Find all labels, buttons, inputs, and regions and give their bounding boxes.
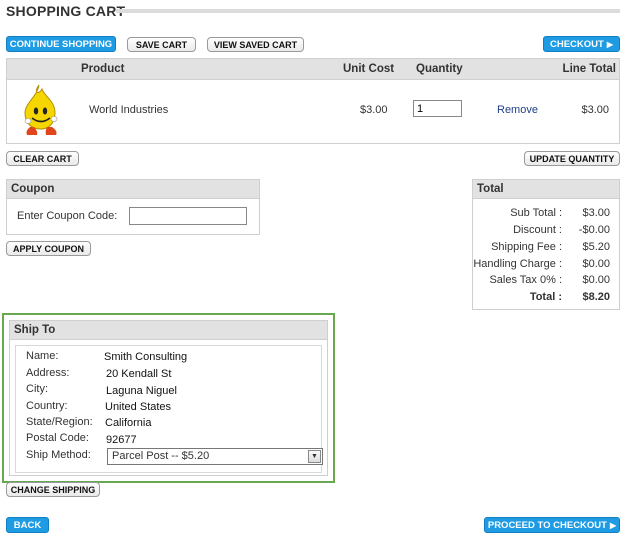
ship-state-label: State/Region: [26, 416, 93, 428]
back-label: BACK [13, 519, 42, 531]
page-title: SHOPPING CART [6, 3, 126, 19]
ship-city-value: Laguna Niguel [106, 385, 177, 397]
discount-value: -$0.00 [578, 224, 610, 236]
ship-country-label: Country: [26, 400, 68, 412]
coupon-code-label: Enter Coupon Code: [17, 210, 118, 222]
cart-table: Product Unit Cost Quantity Line Total Wo… [6, 58, 620, 144]
clear-cart-label: CLEAR CART [13, 153, 72, 164]
shipping-fee-label: Shipping Fee : [491, 241, 562, 253]
change-shipping-label: CHANGE SHIPPING [10, 484, 96, 495]
coupon-panel: Coupon Enter Coupon Code: [6, 179, 260, 235]
clear-cart-button[interactable]: CLEAR CART [6, 151, 79, 166]
unit-cost-value: $3.00 [360, 104, 388, 116]
sales-tax-label: Sales Tax 0% : [489, 274, 562, 286]
quantity-input[interactable] [413, 100, 462, 117]
cart-table-header: Product Unit Cost Quantity Line Total [7, 59, 619, 80]
ship-country-value: United States [105, 401, 172, 413]
apply-coupon-label: APPLY COUPON [12, 243, 85, 254]
ship-city-label: City: [26, 383, 48, 395]
ship-method-value: Parcel Post -- $5.20 [112, 450, 210, 462]
title-divider [116, 9, 620, 13]
grand-total-row: Total : $8.20 [473, 291, 620, 308]
subtotal-value: $3.00 [582, 207, 610, 219]
shipping-fee-row: Shipping Fee : $5.20 [473, 241, 620, 258]
discount-label: Discount : [513, 224, 562, 236]
column-header-line-total: Line Total [562, 63, 616, 75]
product-name: World Industries [89, 104, 169, 116]
change-shipping-button[interactable]: CHANGE SHIPPING [6, 482, 100, 497]
proceed-label: PROCEED TO CHECKOUT [487, 519, 607, 531]
save-cart-button[interactable]: SAVE CART [127, 37, 196, 52]
column-header-product: Product [81, 63, 125, 75]
coupon-panel-title: Coupon [7, 180, 259, 199]
apply-coupon-button[interactable]: APPLY COUPON [6, 241, 91, 256]
column-header-unit-cost: Unit Cost [343, 63, 395, 75]
update-quantity-button[interactable]: UPDATE QUANTITY [524, 151, 620, 166]
continue-shopping-button[interactable]: CONTINUE SHOPPING [6, 36, 116, 52]
coupon-code-input[interactable] [129, 207, 247, 225]
ship-method-label: Ship Method: [26, 449, 91, 461]
sales-tax-row: Sales Tax 0% : $0.00 [473, 274, 620, 291]
chevron-down-icon[interactable]: ▼ [308, 450, 321, 463]
ship-to-title: Ship To [10, 321, 327, 340]
product-mascot-image [24, 84, 58, 135]
sales-tax-value: $0.00 [582, 274, 610, 286]
ship-address-label: Address: [26, 367, 70, 379]
view-saved-cart-button[interactable]: VIEW SAVED CART [207, 37, 304, 52]
ship-to-details: Name: Smith Consulting Address: 20 Kenda… [15, 345, 323, 473]
ship-address-value: 20 Kendall St [106, 368, 172, 380]
ship-name-label: Name: [26, 350, 59, 362]
checkout-label: CHECKOUT [550, 38, 604, 50]
remove-link[interactable]: Remove [497, 104, 538, 116]
ship-to-panel: Ship To Name: Smith Consulting Address: … [9, 320, 328, 476]
arrow-right-icon: ▶ [606, 39, 613, 49]
save-cart-label: SAVE CART [135, 39, 188, 50]
ship-to-highlight: Ship To Name: Smith Consulting Address: … [2, 313, 335, 483]
handling-charge-row: Handling Charge : $0.00 [473, 258, 620, 275]
ship-name-value: Smith Consulting [104, 351, 188, 363]
proceed-to-checkout-button[interactable]: PROCEED TO CHECKOUT ▶ [484, 517, 620, 533]
view-saved-cart-label: VIEW SAVED CART [213, 39, 298, 50]
ship-postal-label: Postal Code: [26, 432, 89, 444]
totals-panel-title: Total [473, 180, 619, 199]
subtotal-row: Sub Total : $3.00 [473, 207, 620, 224]
table-row: World Industries $3.00 Remove $3.00 [7, 80, 619, 144]
grand-total-label: Total : [529, 291, 562, 303]
checkout-button[interactable]: CHECKOUT ▶ [543, 36, 620, 52]
ship-state-value: California [105, 417, 152, 429]
update-quantity-label: UPDATE QUANTITY [529, 153, 615, 164]
ship-method-select[interactable]: Parcel Post -- $5.20 ▼ [107, 448, 323, 465]
discount-row: Discount : -$0.00 [473, 224, 620, 241]
continue-shopping-label: CONTINUE SHOPPING [9, 38, 113, 50]
line-total-value: $3.00 [581, 104, 609, 116]
grand-total-value: $8.20 [582, 291, 610, 303]
back-button[interactable]: BACK [6, 517, 49, 533]
ship-postal-value: 92677 [106, 434, 137, 446]
subtotal-label: Sub Total : [510, 207, 562, 219]
handling-charge-value: $0.00 [582, 258, 610, 270]
totals-panel: Total Sub Total : $3.00 Discount : -$0.0… [472, 179, 620, 310]
shipping-fee-value: $5.20 [582, 241, 610, 253]
arrow-right-icon: ▶ [609, 520, 617, 530]
column-header-quantity: Quantity [416, 63, 463, 75]
handling-charge-label: Handling Charge : [473, 258, 562, 270]
